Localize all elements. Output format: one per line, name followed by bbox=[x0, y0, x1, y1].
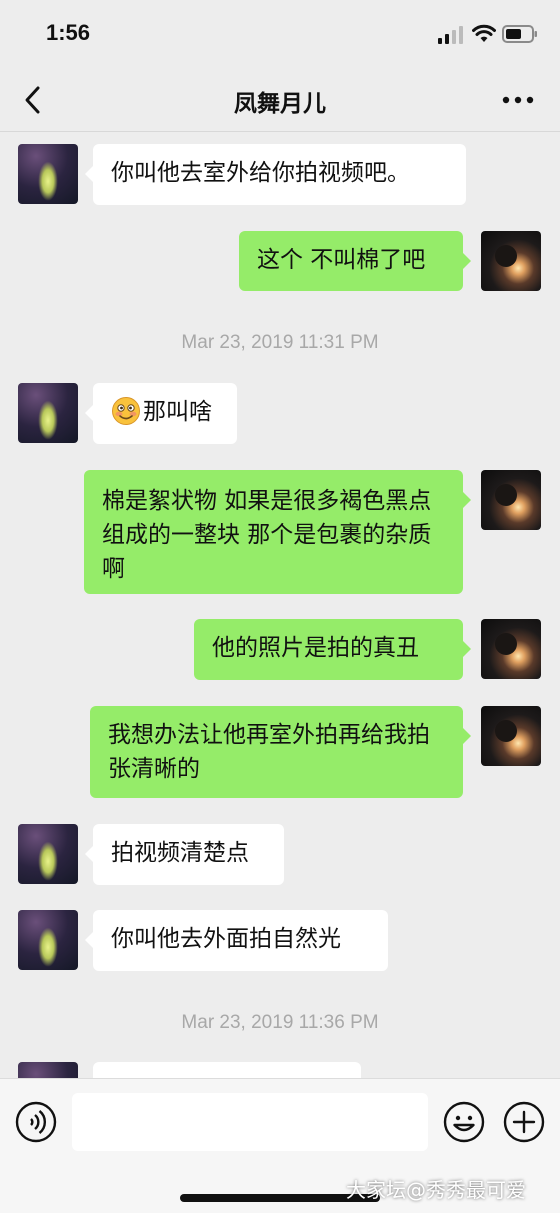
message-text: 我想办法让他再室外拍再给我拍张清晰的 bbox=[108, 722, 430, 782]
my-avatar[interactable] bbox=[481, 619, 541, 679]
chat-title: 凤舞月儿 bbox=[234, 91, 326, 117]
contact-avatar[interactable] bbox=[18, 824, 78, 884]
embarrassed-smile-icon bbox=[112, 397, 140, 425]
chat-message-list[interactable]: 你叫他去室外给你拍视频吧。 这个 不叫棉了吧 Mar 23, 2019 11:3… bbox=[0, 132, 560, 1078]
message-bubble-received[interactable]: 拍视频清楚点 bbox=[85, 824, 284, 885]
my-avatar[interactable] bbox=[481, 470, 541, 530]
contact-avatar[interactable] bbox=[18, 383, 78, 443]
add-attachment-icon[interactable] bbox=[503, 1101, 545, 1143]
message-text: 拍视频清楚点 bbox=[111, 840, 249, 866]
cellular-signal-icon bbox=[438, 26, 463, 44]
chat-header: 凤舞月儿 bbox=[0, 68, 560, 132]
message-bubble-sent[interactable]: 这个 不叫棉了吧 bbox=[239, 231, 471, 291]
voice-input-icon[interactable] bbox=[15, 1101, 57, 1143]
message-text: 这个 不叫棉了吧 bbox=[257, 247, 426, 273]
my-avatar[interactable] bbox=[481, 231, 541, 291]
status-time: 1:56 bbox=[46, 20, 91, 45]
more-options-icon[interactable] bbox=[500, 88, 536, 112]
contact-avatar[interactable] bbox=[18, 144, 78, 204]
message-timestamp: Mar 23, 2019 11:36 PM bbox=[181, 1012, 379, 1033]
message-text: 棉是絮状物 如果是很多褐色黑点组成的一整块 那个是包裹的杂质啊 bbox=[102, 488, 432, 582]
message-text: 你叫他去室外给你拍视频吧。 bbox=[111, 160, 410, 186]
message-text: 他的照片是拍的真丑 bbox=[212, 635, 419, 661]
message-bubble-sent[interactable]: 他的照片是拍的真丑 bbox=[194, 619, 471, 680]
message-text: 你叫他去外面拍自然光 bbox=[111, 926, 341, 952]
message-text: 那叫啥 bbox=[143, 399, 212, 425]
message-bubble-received[interactable]: 那叫啥 bbox=[85, 383, 237, 444]
my-avatar[interactable] bbox=[481, 706, 541, 766]
wifi-icon bbox=[472, 24, 496, 42]
status-bar: 1:56 bbox=[0, 0, 560, 68]
message-bubble-sent[interactable]: 棉是絮状物 如果是很多褐色黑点组成的一整块 那个是包裹的杂质啊 bbox=[84, 470, 471, 594]
message-bubble-received[interactable]: 你叫他去室外给你拍视频吧。 bbox=[85, 144, 466, 205]
message-bubble-sent[interactable]: 我想办法让他再室外拍再给我拍张清晰的 bbox=[90, 706, 471, 798]
contact-avatar[interactable] bbox=[18, 910, 78, 970]
message-input[interactable] bbox=[72, 1093, 428, 1151]
message-bubble-received[interactable] bbox=[93, 1062, 361, 1078]
battery-icon bbox=[502, 25, 537, 43]
emoji-picker-icon[interactable] bbox=[443, 1101, 485, 1143]
message-bubble-received[interactable]: 你叫他去外面拍自然光 bbox=[85, 910, 388, 971]
contact-avatar[interactable] bbox=[18, 1062, 78, 1078]
watermark: 大家坛@秀秀最可爱 bbox=[346, 1178, 526, 1202]
message-timestamp: Mar 23, 2019 11:31 PM bbox=[181, 332, 379, 353]
